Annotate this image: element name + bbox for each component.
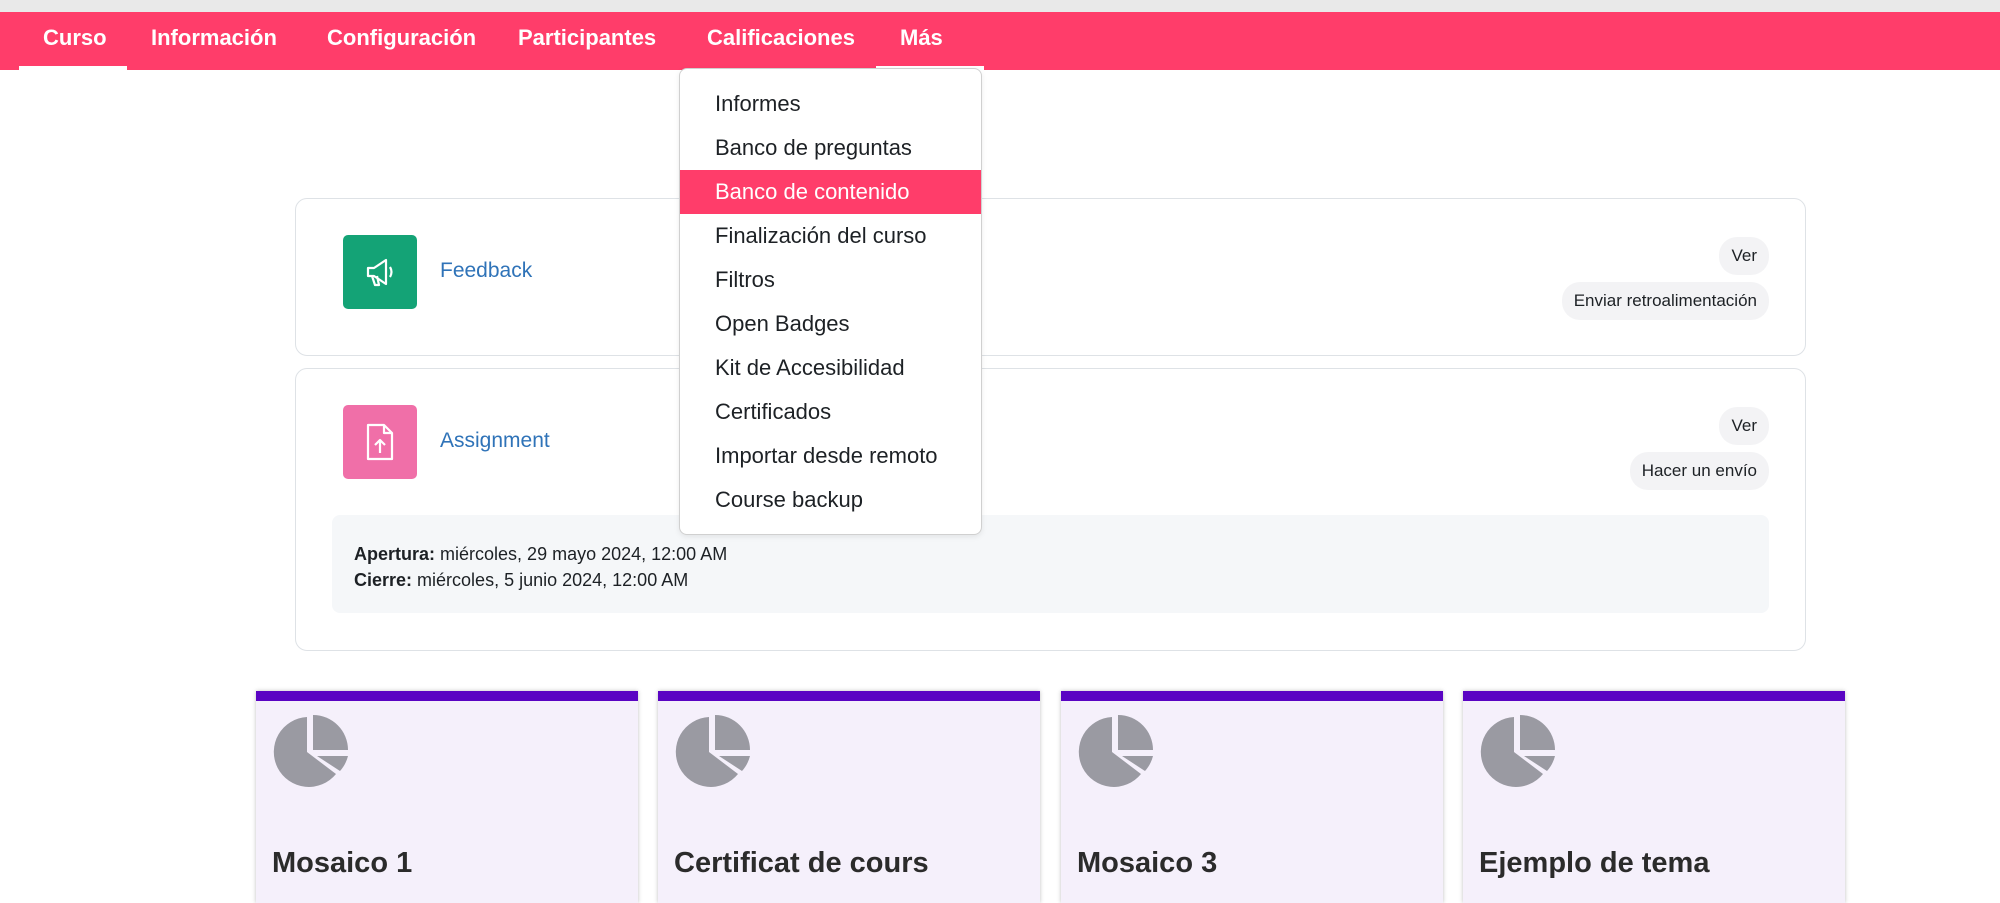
nav-tab-label: Más (900, 25, 943, 50)
menu-item-course-backup[interactable]: Course backup (680, 478, 981, 522)
course-tile[interactable]: Certificat de cours (658, 691, 1040, 903)
nav-tab-label: Información (151, 25, 277, 50)
nav-tab-informacion[interactable]: Información (127, 12, 301, 70)
activity-card-assignment: Assignment Ver Hacer un envío Apertura: … (295, 368, 1806, 651)
nav-tab-label: Participantes (518, 25, 657, 50)
view-button[interactable]: Ver (1719, 407, 1769, 445)
browser-top-strip (0, 0, 2000, 12)
nav-tab-calificaciones[interactable]: Calificaciones (683, 12, 879, 70)
megaphone-icon (343, 235, 417, 309)
close-date-label: Cierre: (354, 570, 413, 590)
close-date-value: miércoles, 5 junio 2024, 12:00 AM (417, 570, 689, 590)
menu-item-filtros[interactable]: Filtros (680, 258, 981, 302)
activity-link-assignment[interactable]: Assignment (440, 429, 550, 453)
open-date-label: Apertura: (354, 544, 436, 564)
more-dropdown-menu: Informes Banco de preguntas Banco de con… (679, 68, 982, 535)
add-submission-button[interactable]: Hacer un envío (1629, 452, 1769, 490)
open-date-value: miércoles, 29 mayo 2024, 12:00 AM (440, 544, 728, 564)
menu-item-banco-de-contenido[interactable]: Banco de contenido (680, 170, 981, 214)
course-tile[interactable]: Ejemplo de tema (1463, 691, 1845, 903)
tile-title: Mosaico 1 (272, 847, 413, 879)
nav-tab-participantes[interactable]: Participantes (494, 12, 680, 70)
view-button[interactable]: Ver (1719, 237, 1769, 275)
file-upload-icon (343, 405, 417, 479)
send-feedback-button[interactable]: Enviar retroalimentación (1561, 282, 1769, 320)
tile-title: Certificat de cours (674, 847, 929, 879)
activity-link-feedback[interactable]: Feedback (440, 259, 532, 283)
nav-tab-mas[interactable]: Más (876, 12, 984, 95)
course-tile[interactable]: Mosaico 1 (256, 691, 638, 903)
menu-item-importar-desde-remoto[interactable]: Importar desde remoto (680, 434, 981, 478)
menu-item-finalizacion-del-curso[interactable]: Finalización del curso (680, 214, 981, 258)
course-tile[interactable]: Mosaico 3 (1061, 691, 1443, 903)
nav-tab-label: Configuración (327, 25, 477, 50)
nav-tab-label: Curso (43, 25, 107, 50)
pie-chart-icon (675, 715, 750, 787)
menu-item-kit-de-accesibilidad[interactable]: Kit de Accesibilidad (680, 346, 981, 390)
menu-item-informes[interactable]: Informes (680, 82, 981, 126)
nav-tab-configuracion[interactable]: Configuración (303, 12, 500, 70)
menu-item-certificados[interactable]: Certificados (680, 390, 981, 434)
close-date-row: Cierre: miércoles, 5 junio 2024, 12:00 A… (354, 567, 1747, 593)
course-navbar: Curso Información Configuración Particip… (0, 12, 2000, 95)
open-date-row: Apertura: miércoles, 29 mayo 2024, 12:00… (354, 541, 1747, 567)
nav-tab-label: Calificaciones (707, 25, 855, 50)
nav-tab-curso[interactable]: Curso (19, 12, 127, 70)
menu-item-open-badges[interactable]: Open Badges (680, 302, 981, 346)
pie-chart-icon (1480, 715, 1555, 787)
pie-chart-icon (273, 715, 348, 787)
assignment-dates: Apertura: miércoles, 29 mayo 2024, 12:00… (332, 515, 1769, 613)
activity-card-feedback: Feedback Ver Enviar retroalimentación (295, 198, 1806, 356)
pie-chart-icon (1078, 715, 1153, 787)
menu-item-banco-de-preguntas[interactable]: Banco de preguntas (680, 126, 981, 170)
tile-title: Ejemplo de tema (1479, 847, 1710, 879)
tile-title: Mosaico 3 (1077, 847, 1218, 879)
